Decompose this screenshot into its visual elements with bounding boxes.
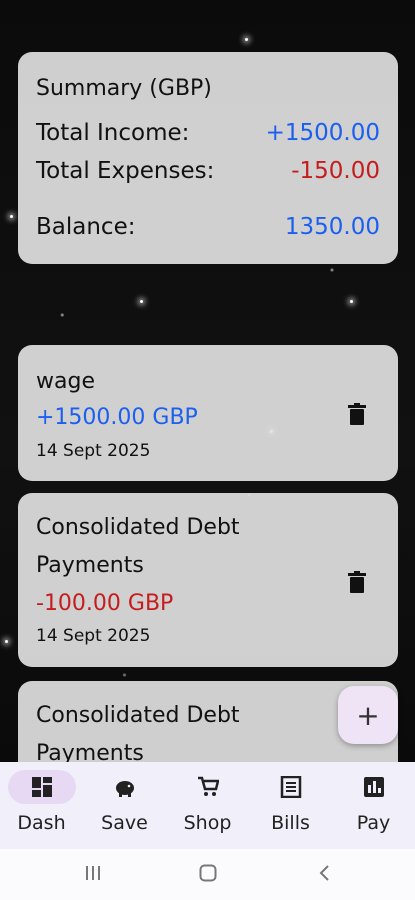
nav-label: Shop [183, 812, 232, 834]
transaction-amount: +1500.00 GBP [36, 405, 198, 430]
income-label: Total Income: [36, 120, 190, 146]
home-icon[interactable] [199, 863, 217, 887]
transaction-date: 14 Sept 2025 [36, 441, 151, 461]
income-value: +1500.00 [265, 120, 380, 146]
balance-value: 1350.00 [284, 214, 380, 240]
transaction-card[interactable]: Consolidated Debt Payments -100.00 GBP 1… [18, 493, 398, 667]
shopping-cart-icon [197, 776, 219, 796]
transaction-amount: -100.00 GBP [36, 591, 174, 616]
add-transaction-button[interactable]: + [338, 686, 398, 744]
summary-card: Summary (GBP) Total Income: +1500.00 Tot… [18, 52, 398, 264]
nav-label: Dash [17, 812, 66, 834]
expenses-row: Total Expenses: -150.00 [36, 158, 380, 184]
nav-label: Bills [271, 812, 310, 834]
delete-icon[interactable] [348, 403, 366, 425]
summary-title: Summary (GBP) [36, 76, 212, 101]
nav-item-bills[interactable]: Bills [249, 762, 332, 849]
balance-label: Balance: [36, 214, 136, 240]
sparkle [10, 215, 13, 218]
back-icon[interactable] [316, 863, 334, 887]
nav-label: Pay [356, 812, 391, 834]
transaction-date: 14 Sept 2025 [36, 626, 151, 646]
nav-item-shop[interactable]: Shop [166, 762, 249, 849]
system-nav-bar [0, 849, 415, 900]
expenses-value: -150.00 [291, 158, 380, 184]
receipt-icon [280, 776, 301, 798]
bottom-nav: Dash Save Shop Bills Pay [0, 762, 415, 849]
transaction-name: wage [36, 369, 95, 394]
chart-icon [363, 777, 384, 797]
nav-item-pay[interactable]: Pay [332, 762, 415, 849]
sparkle [350, 300, 353, 303]
piggy-bank-icon [115, 781, 134, 797]
delete-icon[interactable] [348, 571, 366, 593]
sparkle [5, 640, 8, 643]
nav-item-save[interactable]: Save [83, 762, 166, 849]
sparkle [245, 38, 248, 41]
dashboard-icon [31, 777, 52, 797]
sparkle [140, 300, 143, 303]
income-row: Total Income: +1500.00 [36, 120, 380, 146]
nav-label: Save [101, 812, 148, 834]
recent-apps-icon[interactable] [84, 863, 102, 887]
expenses-label: Total Expenses: [36, 158, 215, 184]
balance-row: Balance: 1350.00 [36, 214, 380, 240]
nav-item-dash[interactable]: Dash [0, 762, 83, 849]
transaction-name-line1: Consolidated Debt [36, 515, 240, 540]
transaction-name-line2: Payments [36, 553, 144, 578]
transaction-card[interactable]: wage +1500.00 GBP 14 Sept 2025 [18, 345, 398, 481]
transaction-name-line1: Consolidated Debt [36, 703, 240, 728]
